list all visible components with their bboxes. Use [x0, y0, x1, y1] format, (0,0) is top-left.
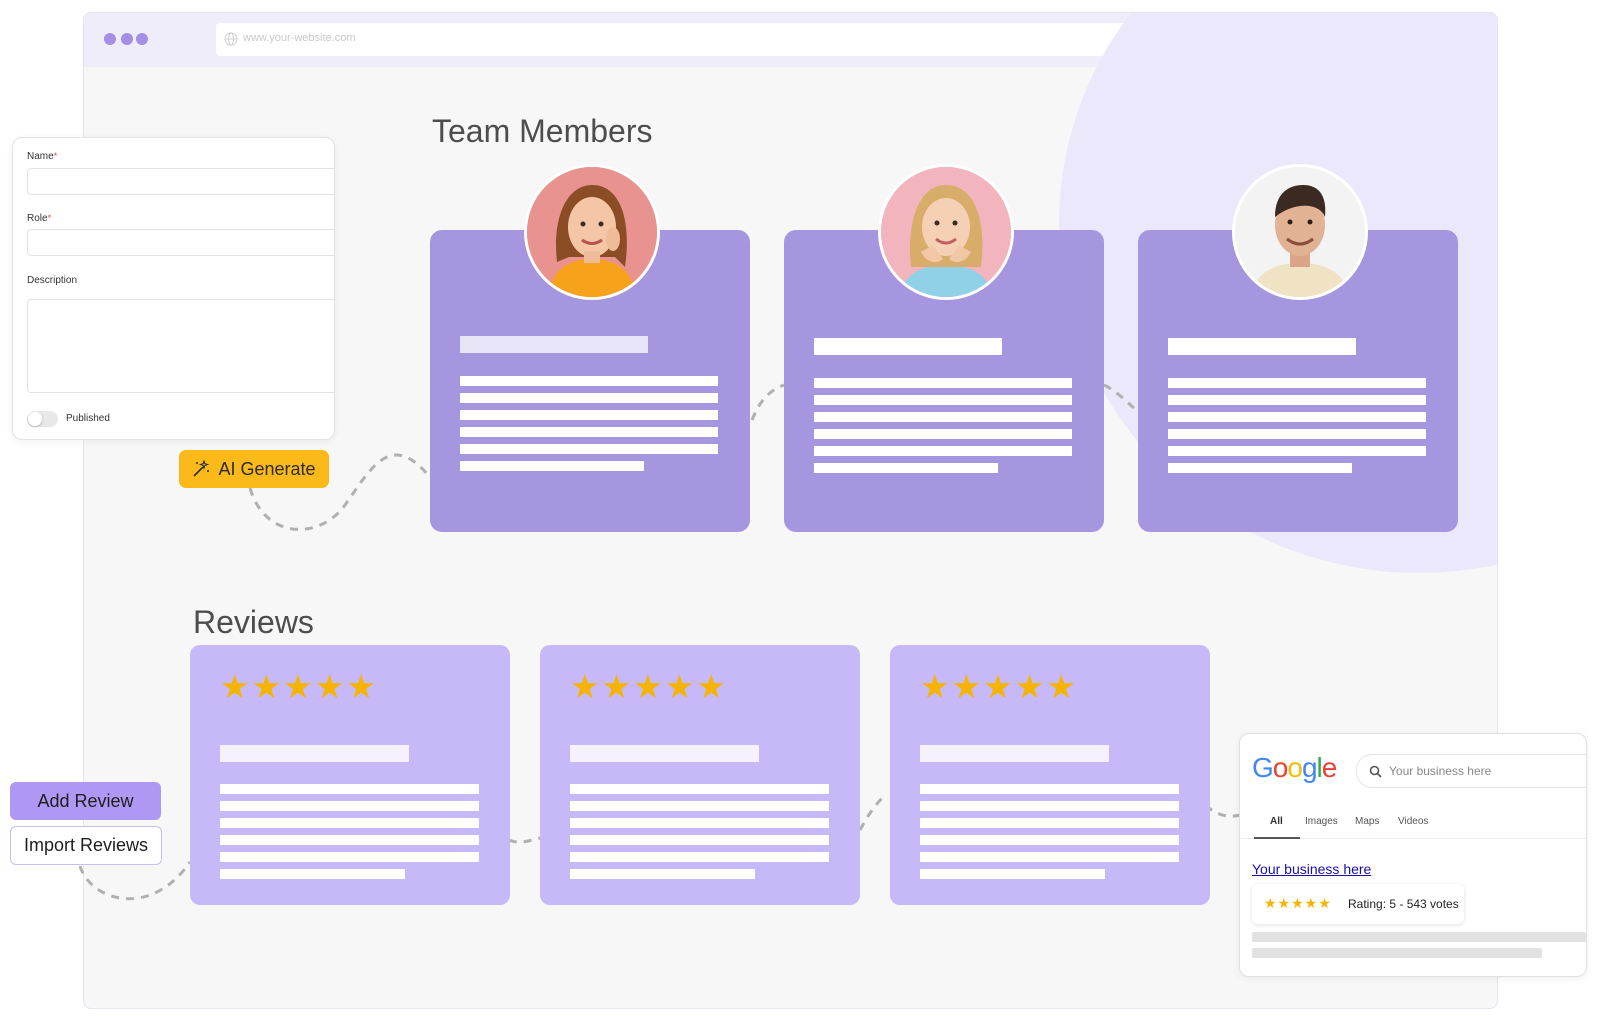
google-search-preview: Google Your business here All Images Map…: [1239, 733, 1587, 977]
google-search-input[interactable]: Your business here: [1356, 754, 1586, 788]
name-field[interactable]: [27, 168, 334, 195]
rating-stars: ★★★★★: [1264, 895, 1332, 911]
star-rating: ★★★★★: [220, 668, 378, 705]
name-label: Name*: [27, 151, 58, 162]
result-placeholder-line: [1252, 932, 1586, 942]
review-card[interactable]: ★★★★★: [890, 645, 1210, 905]
avatar: [524, 164, 660, 300]
tab-all[interactable]: All: [1270, 816, 1283, 827]
description-label: Description: [27, 275, 78, 286]
ai-generate-label: AI Generate: [218, 458, 316, 479]
active-tab-indicator: [1254, 837, 1300, 839]
reviews-heading: Reviews: [193, 604, 314, 640]
person-portrait-icon: [527, 167, 657, 297]
star-rating: ★★★★★: [920, 668, 1078, 705]
connector-review3-google: [1204, 803, 1241, 818]
published-toggle[interactable]: [27, 411, 58, 427]
add-review-button[interactable]: Add Review: [10, 782, 161, 820]
connector-card2-card3: [1103, 383, 1138, 412]
google-logo: Google: [1252, 752, 1337, 783]
role-field[interactable]: [27, 229, 334, 256]
published-label: Published: [66, 413, 110, 424]
person-portrait-icon: [1235, 167, 1365, 297]
search-placeholder: Your business here: [1389, 764, 1492, 778]
review-card[interactable]: ★★★★★: [540, 645, 860, 905]
magic-wand-icon: [193, 460, 210, 477]
team-heading: Team Members: [432, 113, 653, 149]
rating-text: Rating: 5 - 543 votes: [1348, 897, 1459, 911]
person-portrait-icon: [881, 167, 1011, 297]
tab-maps[interactable]: Maps: [1355, 816, 1379, 827]
ai-generate-button[interactable]: AI Generate: [179, 450, 329, 488]
rating-box: ★★★★★ Rating: 5 - 543 votes: [1252, 884, 1464, 924]
connector-review1-review2: [508, 836, 541, 844]
import-reviews-button[interactable]: Import Reviews: [10, 826, 162, 865]
review-card[interactable]: ★★★★★: [190, 645, 510, 905]
avatar: [878, 164, 1014, 300]
result-placeholder-line: [1252, 948, 1542, 958]
connector-review2-review3: [858, 793, 887, 831]
avatar: [1232, 164, 1368, 300]
member-form: Name* Role* Description Published: [12, 137, 335, 440]
connector-card1-card2: [750, 383, 785, 421]
role-label: Role*: [27, 213, 52, 224]
connector-add-to-review: [78, 861, 192, 901]
tab-images[interactable]: Images: [1305, 816, 1338, 827]
description-field[interactable]: [27, 299, 334, 393]
tab-videos[interactable]: Videos: [1398, 816, 1428, 827]
star-rating: ★★★★★: [570, 668, 728, 705]
result-title-link[interactable]: Your business here: [1252, 861, 1371, 877]
search-icon: [1369, 765, 1382, 778]
